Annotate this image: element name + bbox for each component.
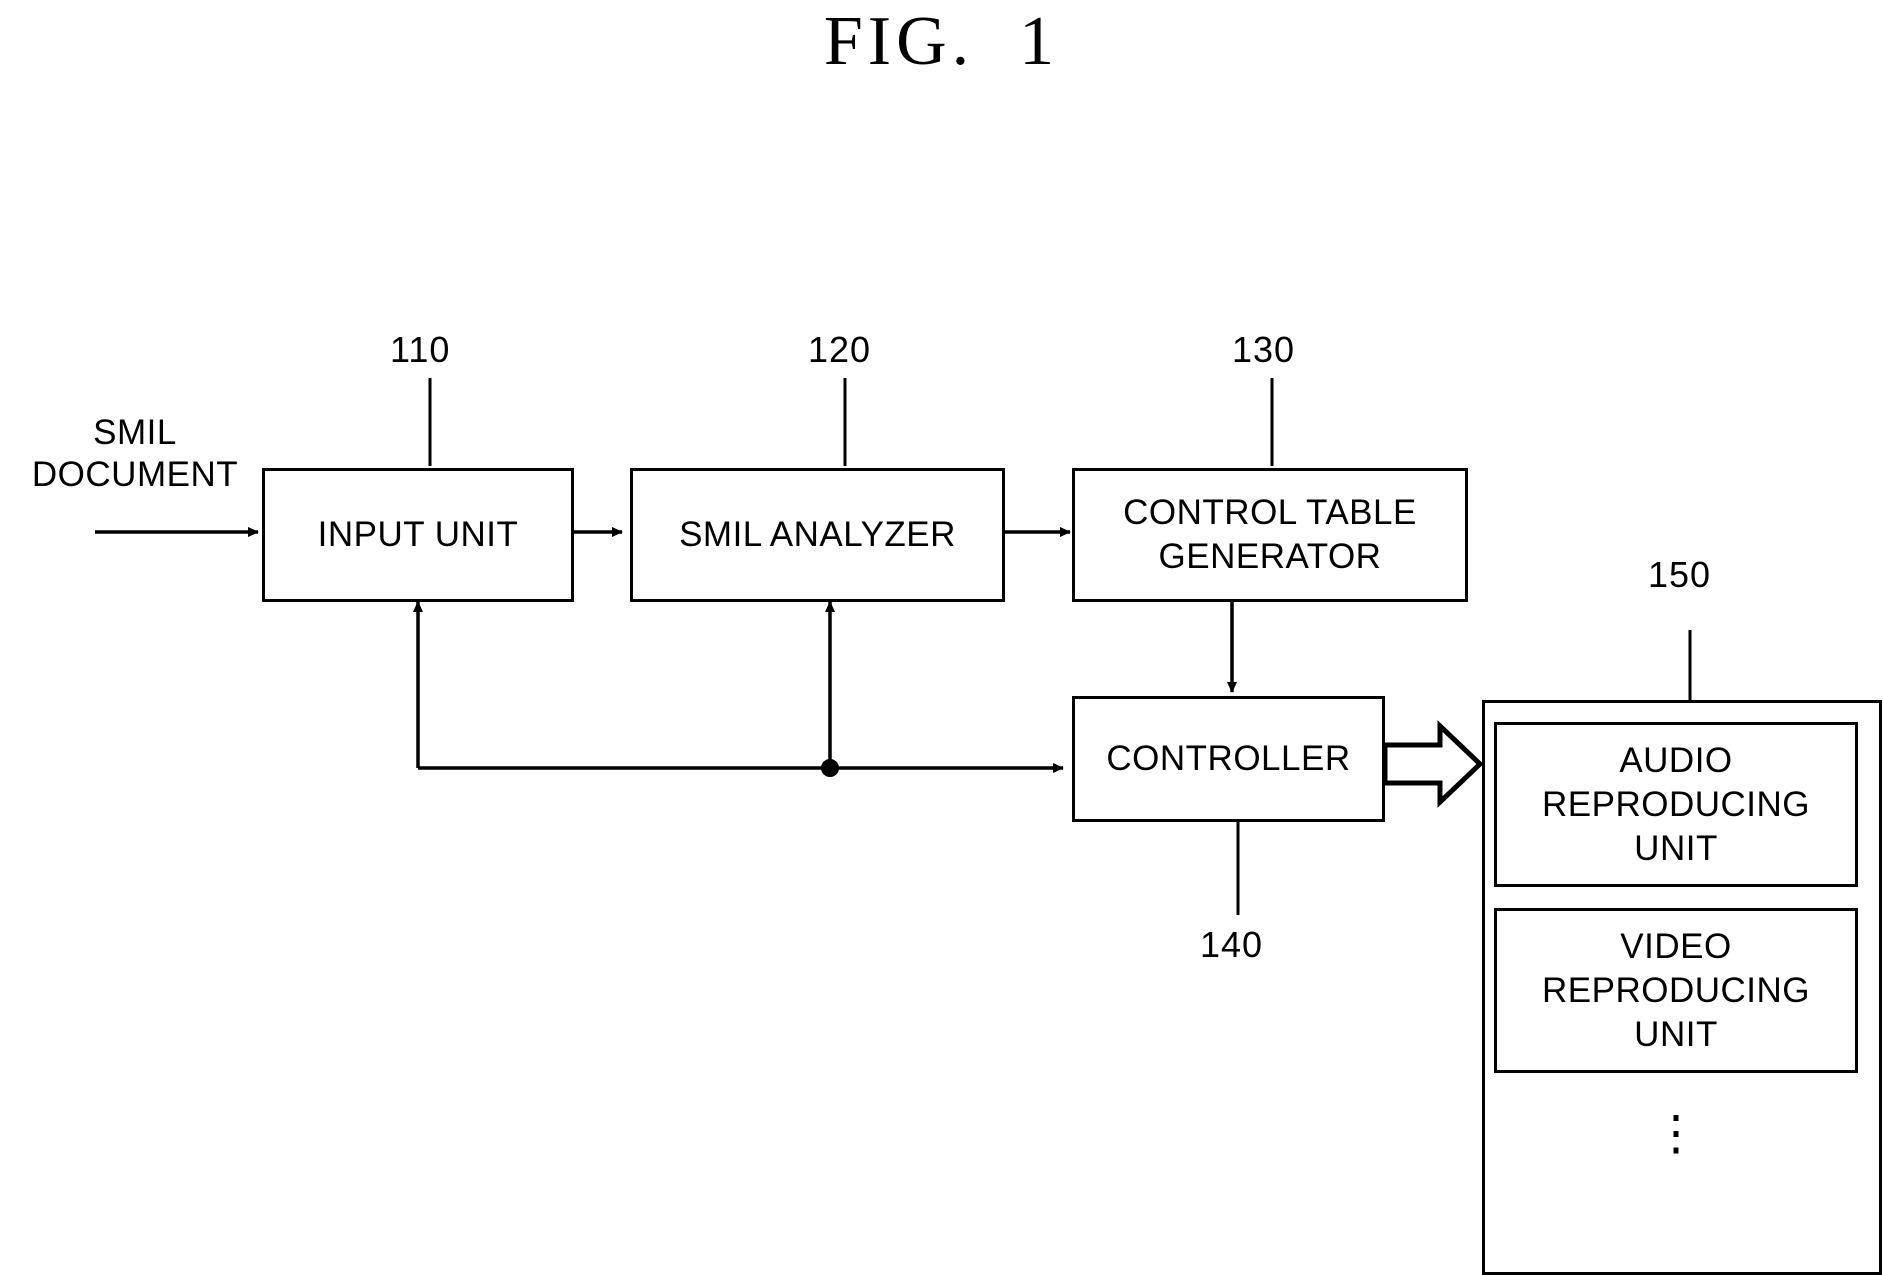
block-controller[interactable]: CONTROLLER [1072,696,1385,822]
smil-document-label: SMIL DOCUMENT [31,413,239,494]
ref-110: 110 [390,329,451,370]
figure-title: FIG. 1 [823,3,1060,80]
block-audio-reproducing-unit[interactable]: AUDIO REPRODUCING UNIT [1494,722,1858,887]
block-control-table-generator[interactable]: CONTROL TABLE GENERATOR [1072,468,1468,602]
ref-120: 120 [808,329,872,370]
block-input-unit[interactable]: INPUT UNIT [262,468,574,602]
block-smil-analyzer[interactable]: SMIL ANALYZER [630,468,1005,602]
wire-junction-dot [821,759,839,777]
more-units-ellipsis-icon: ⋮ [1652,1107,1700,1160]
ref-140: 140 [1200,924,1264,965]
block-video-reproducing-unit[interactable]: VIDEO REPRODUCING UNIT [1494,908,1858,1073]
ref-130: 130 [1232,329,1296,370]
block-arrow-icon [1382,720,1484,808]
figure-canvas: FIG. 1 SMIL DOCUMENT 110 120 130 140 150… [0,0,1883,1275]
ref-150: 150 [1648,554,1712,595]
